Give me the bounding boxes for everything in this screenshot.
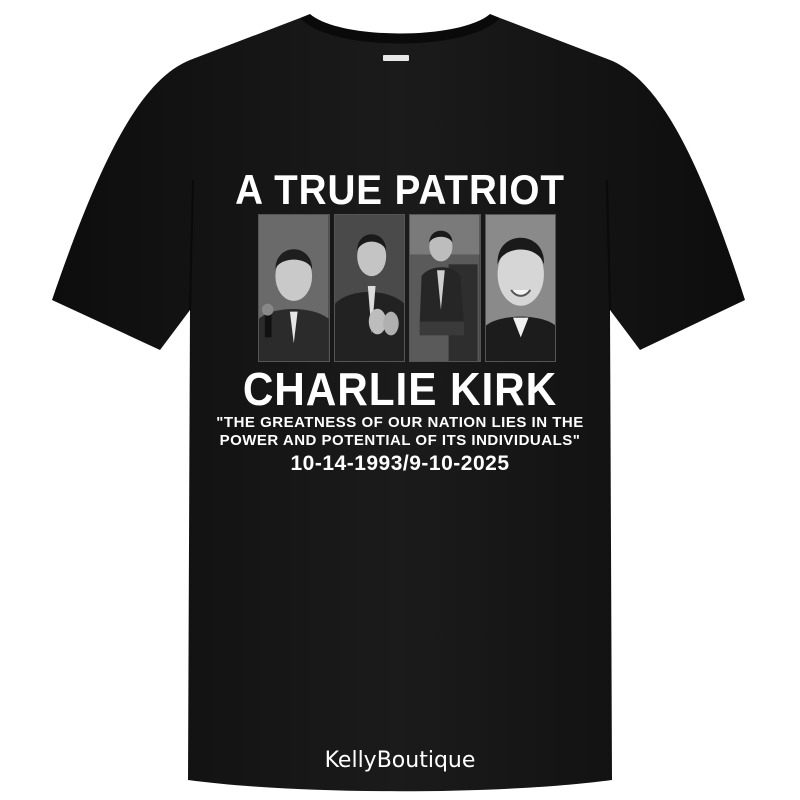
- quote-line-2: POWER AND POTENTIAL OF ITS INDIVIDUALS": [219, 432, 581, 449]
- print-name: CHARLIE KIRK: [242, 363, 558, 415]
- photo-clapping: [333, 214, 405, 362]
- photo-microphone: [258, 214, 330, 362]
- quote-line-1: "THE GREATNESS OF OUR NATION LIES IN THE: [216, 414, 584, 431]
- photo-seated: [409, 214, 481, 362]
- print-dates: 10-14-1993/9-10-2025: [290, 452, 510, 475]
- neck-label: [383, 55, 409, 61]
- print-title: A TRUE PATRIOT: [235, 166, 565, 213]
- brand-watermark: KellyBoutique: [324, 748, 476, 773]
- photo-strip: [258, 214, 556, 362]
- photo-portrait: [484, 214, 556, 362]
